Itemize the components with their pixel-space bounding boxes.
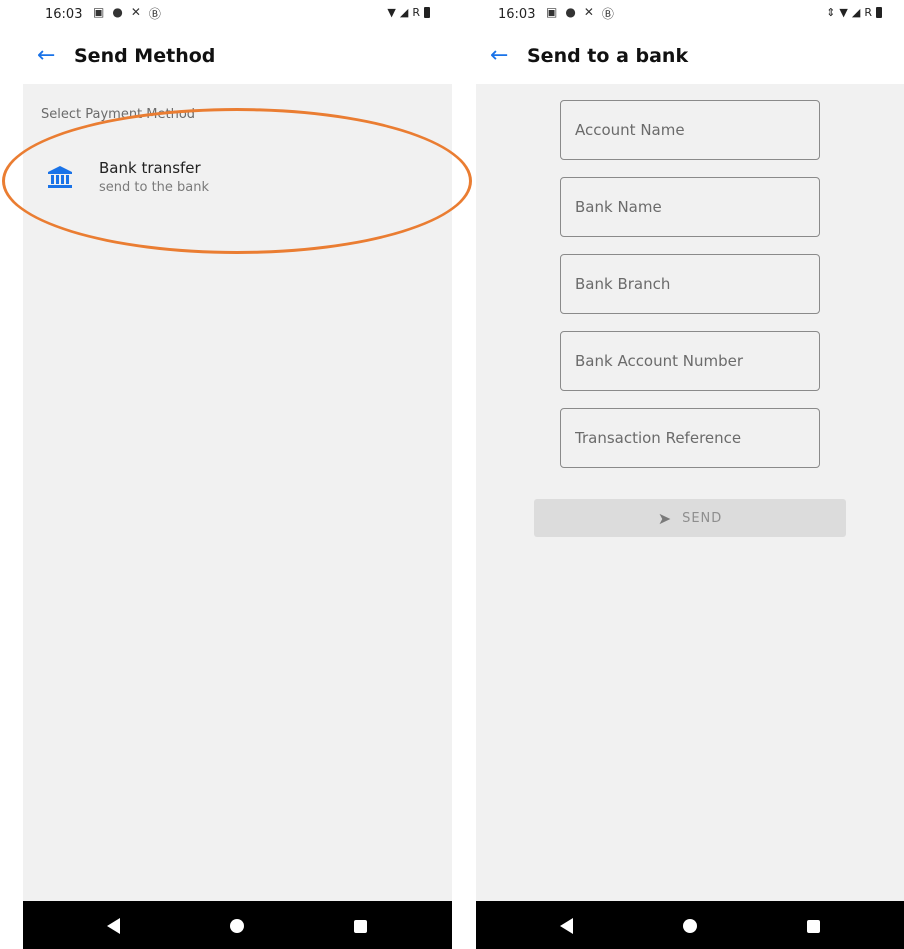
nav-recents-icon[interactable] [354,920,367,933]
status-bar: 16:03 ▣ ● ✕ Ⓑ ⇕ ▼ ◢ R [476,0,904,30]
back-arrow-icon[interactable]: ← [37,43,55,68]
wifi-icon: ▼ [387,6,396,19]
roaming-indicator: R [412,6,420,19]
transaction-reference-input[interactable] [575,409,805,467]
send-icon: ➤ [657,508,673,528]
signal-icon: ◢ [399,6,409,19]
bank-name-input[interactable] [575,178,805,236]
app-bar: ← Send to a bank [476,34,904,80]
nav-back-icon[interactable] [560,918,573,934]
bank-name-field[interactable] [560,177,820,237]
image-icon: ▣ [93,5,105,19]
payment-method-bank-transfer[interactable]: Bank transfer send to the bank [23,146,452,206]
nav-home-icon[interactable] [230,919,244,933]
data-arrows-icon: ⇕ [826,6,836,19]
content-area: Select Payment Method Bank transfer send… [2,84,472,901]
section-label: Select Payment Method [41,107,196,122]
image-icon: ▣ [546,5,558,19]
send-to-bank-screen: 16:03 ▣ ● ✕ Ⓑ ⇕ ▼ ◢ R ← Send to a bank A… [476,0,904,949]
payment-method-title: Bank transfer [99,159,201,177]
nav-back-icon[interactable] [107,918,120,934]
payment-method-subtitle: send to the bank [99,180,210,195]
wifi-icon: ▼ [839,6,848,19]
page-title: Send to a bank [527,45,689,67]
status-time: 16:03 [45,7,83,22]
status-time: 16:03 [498,7,536,22]
content-area: ➤ SEND [476,84,904,901]
nav-recents-icon[interactable] [807,920,820,933]
chat-icon: ● [565,5,576,19]
signal-icon: ◢ [851,6,861,19]
back-arrow-icon[interactable]: ← [490,43,508,68]
bank-icon [48,166,72,188]
app-bar: ← Send Method [23,34,452,80]
navigation-bar [23,901,452,949]
chat-icon: ● [112,5,123,19]
bank-branch-input[interactable] [575,255,805,313]
battery-icon [424,7,430,18]
bank-branch-field[interactable] [560,254,820,314]
b-badge-icon: Ⓑ [148,7,161,21]
b-badge-icon: Ⓑ [601,7,614,21]
bank-account-number-input[interactable] [575,332,805,390]
battery-icon [876,7,882,18]
send-button-label: SEND [682,510,723,526]
navigation-bar [476,901,904,949]
send-button[interactable]: ➤ SEND [534,499,846,537]
missed-call-icon: ✕ [583,5,594,19]
missed-call-icon: ✕ [130,5,141,19]
status-bar: 16:03 ▣ ● ✕ Ⓑ ▼ ◢ R [23,0,452,30]
roaming-indicator: R [864,6,872,19]
send-method-screen: 16:03 ▣ ● ✕ Ⓑ ▼ ◢ R ← Send Method Select… [2,0,472,949]
transaction-reference-field[interactable] [560,408,820,468]
nav-home-icon[interactable] [683,919,697,933]
bank-account-number-field[interactable] [560,331,820,391]
page-title: Send Method [74,45,216,67]
account-name-field[interactable] [560,100,820,160]
account-name-input[interactable] [575,101,805,159]
